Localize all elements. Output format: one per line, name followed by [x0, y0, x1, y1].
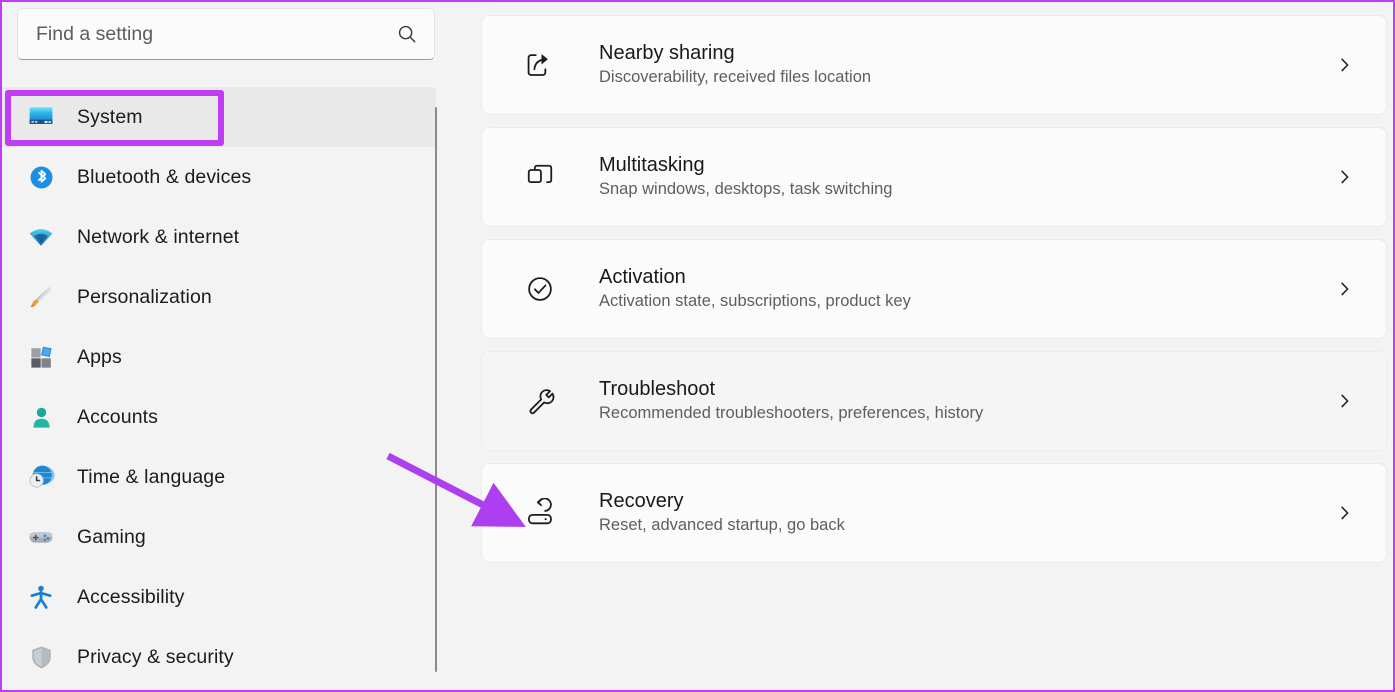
selection-indicator: [5, 106, 9, 128]
bluetooth-icon: [26, 162, 56, 192]
windows-stack-icon: [524, 161, 556, 193]
search-icon[interactable]: [396, 23, 418, 45]
sidebar-item-privacy-security[interactable]: Privacy & security: [2, 627, 436, 687]
accessibility-icon: [26, 582, 56, 612]
share-icon: [524, 49, 556, 81]
card-title: Activation: [599, 266, 686, 289]
sidebar-item-time-language[interactable]: Time & language: [2, 447, 436, 507]
sidebar-item-personalization[interactable]: Personalization: [2, 267, 436, 327]
recovery-icon: [524, 497, 556, 529]
accessibility-icon: [26, 582, 56, 612]
settings-window: System Bluetooth & devices Network & int…: [0, 0, 1395, 692]
clock-globe-icon: [26, 462, 56, 492]
chevron-right-icon[interactable]: [1336, 504, 1354, 522]
chevron-right-icon[interactable]: [1336, 280, 1354, 298]
settings-card-multitasking[interactable]: Multitasking Snap windows, desktops, task…: [481, 127, 1387, 227]
card-subtitle: Recommended troubleshooters, preferences…: [599, 404, 984, 423]
sidebar-scrollbar-thumb[interactable]: [435, 107, 437, 672]
card-text: Multitasking Snap windows, desktops, task…: [599, 154, 892, 200]
monitor-icon: [26, 102, 56, 132]
wifi-icon: [26, 222, 56, 252]
gamepad-icon: [26, 522, 56, 552]
card-subtitle: Reset, advanced startup, go back: [599, 516, 845, 535]
card-title: Troubleshoot: [599, 378, 715, 401]
clock-globe-icon: [26, 462, 56, 492]
settings-card-troubleshoot[interactable]: Troubleshoot Recommended troubleshooters,…: [481, 351, 1387, 451]
sidebar-item-accessibility[interactable]: Accessibility: [2, 567, 436, 627]
card-subtitle: Activation state, subscriptions, product…: [599, 292, 911, 311]
card-title: Recovery: [599, 490, 684, 513]
sidebar-item-accounts[interactable]: Accounts: [2, 387, 436, 447]
chevron-right-icon[interactable]: [1336, 168, 1354, 186]
sidebar-item-label: Bluetooth & devices: [77, 165, 252, 188]
gamepad-icon: [26, 522, 56, 552]
card-title: Nearby sharing: [599, 42, 735, 65]
person-icon: [26, 402, 56, 432]
settings-card-activation[interactable]: Activation Activation state, subscription…: [481, 239, 1387, 339]
chevron-right-icon: [1336, 504, 1354, 522]
monitor-icon: [26, 102, 56, 132]
wifi-icon: [26, 222, 56, 252]
card-title: Multitasking: [599, 154, 705, 177]
check-circle-icon: [524, 273, 556, 305]
search-input[interactable]: [36, 22, 396, 46]
sidebar-item-label: System: [77, 105, 143, 128]
sidebar-item-network-internet[interactable]: Network & internet: [2, 207, 436, 267]
card-text: Activation Activation state, subscription…: [599, 266, 911, 312]
settings-card-recovery[interactable]: Recovery Reset, advanced startup, go back: [481, 463, 1387, 563]
sidebar-item-label: Time & language: [77, 465, 226, 488]
sidebar-item-label: Privacy & security: [77, 645, 234, 668]
search-container: [17, 8, 435, 60]
windows-stack-icon: [524, 161, 556, 193]
sidebar: System Bluetooth & devices Network & int…: [2, 2, 438, 690]
card-text: Recovery Reset, advanced startup, go back: [599, 490, 845, 536]
paintbrush-icon: [26, 282, 56, 312]
sidebar-item-label: Accounts: [77, 405, 159, 428]
sidebar-item-label: Gaming: [77, 525, 146, 548]
chevron-right-icon: [1336, 392, 1354, 410]
card-subtitle: Discoverability, received files location: [599, 68, 872, 87]
shield-icon: [26, 642, 56, 672]
paintbrush-icon: [26, 282, 56, 312]
sidebar-item-apps[interactable]: Apps: [2, 327, 436, 387]
sidebar-item-system[interactable]: System: [2, 87, 436, 147]
search-box[interactable]: [17, 8, 435, 60]
sidebar-item-label: Personalization: [77, 285, 212, 308]
chevron-right-icon: [1336, 280, 1354, 298]
sidebar-item-label: Network & internet: [77, 225, 240, 248]
main-content: StorageStorage space, drives, configurat…: [438, 2, 1393, 690]
chevron-right-icon[interactable]: [1336, 56, 1354, 74]
sidebar-item-gaming[interactable]: Gaming: [2, 507, 436, 567]
wrench-icon: [524, 385, 556, 417]
chevron-right-icon: [1336, 168, 1354, 186]
sidebar-item-bluetooth-devices[interactable]: Bluetooth & devices: [2, 147, 436, 207]
share-icon: [524, 49, 556, 81]
card-text: Nearby sharing Discoverability, received …: [599, 42, 871, 88]
recovery-icon: [524, 497, 556, 529]
check-circle-icon: [524, 273, 556, 305]
bluetooth-icon: [26, 162, 56, 192]
sidebar-nav: System Bluetooth & devices Network & int…: [2, 87, 438, 687]
settings-card-list: StorageStorage space, drives, configurat…: [481, 2, 1387, 575]
card-text: Troubleshoot Recommended troubleshooters,…: [599, 378, 983, 424]
chevron-right-icon[interactable]: [1336, 392, 1354, 410]
apps-blocks-icon: [26, 342, 56, 372]
shield-icon: [26, 642, 56, 672]
wrench-icon: [524, 385, 556, 417]
person-icon: [26, 402, 56, 432]
card-subtitle: Snap windows, desktops, task switching: [599, 180, 893, 199]
sidebar-item-label: Apps: [77, 345, 122, 368]
chevron-right-icon: [1336, 56, 1354, 74]
sidebar-item-label: Accessibility: [77, 585, 185, 608]
apps-blocks-icon: [26, 342, 56, 372]
settings-card-storage[interactable]: StorageStorage space, drives, configurat…: [481, 2, 1387, 3]
settings-card-nearby-sharing[interactable]: Nearby sharing Discoverability, received …: [481, 15, 1387, 115]
